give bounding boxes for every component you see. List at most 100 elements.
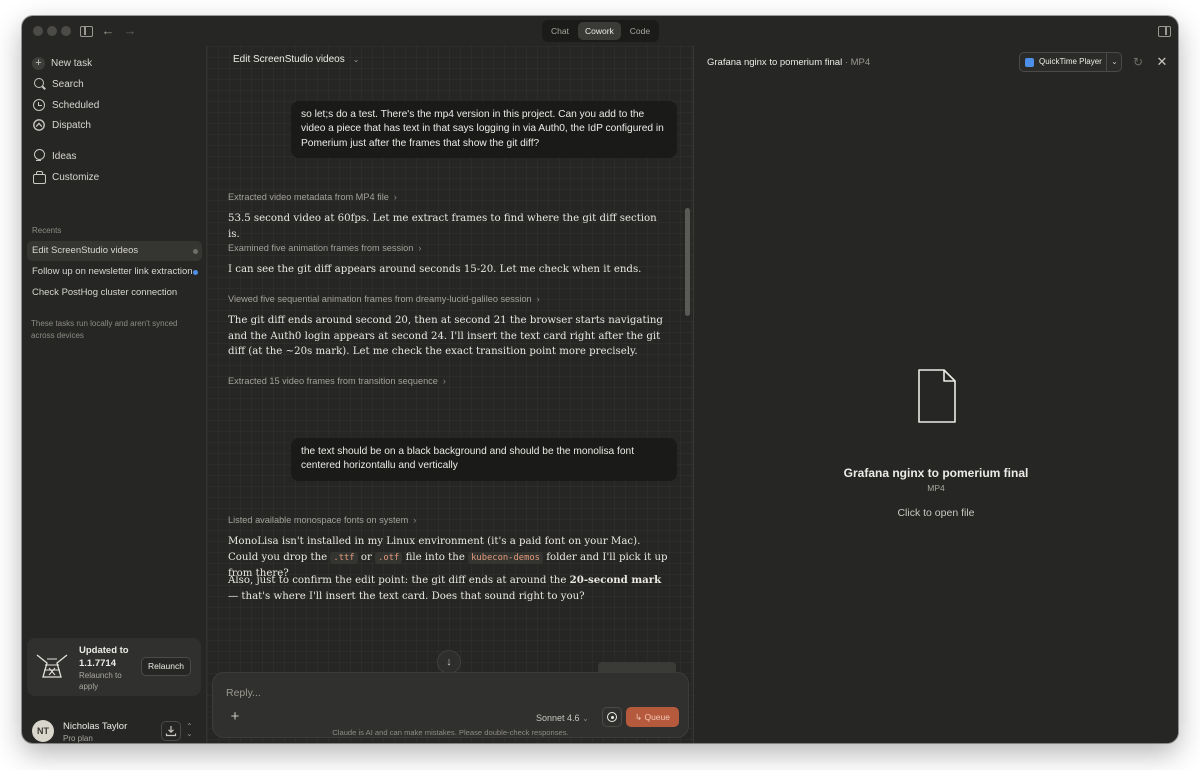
chevron-right-icon: › [413,515,417,525]
title-bar: ← → Chat Cowork Code [22,16,1178,46]
update-subtitle: Relaunch to apply [79,671,122,691]
recent-task-label: Follow up on newsletter link extraction [32,266,193,277]
sidebar-item-label: Dispatch [52,119,91,131]
preview-file-ext: MP4 [850,57,871,68]
app-window: ← → Chat Cowork Code + New task Search S… [22,16,1178,743]
sidebar-item-scheduled[interactable]: Scheduled [32,95,99,115]
tool-step-label: Listed available monospace fonts on syst… [228,515,409,525]
open-with-button[interactable]: QuickTime Player ⌄ [1019,52,1122,72]
download-button[interactable] [161,721,181,741]
sidebar: + New task Search Scheduled Dispatch Ide… [22,46,206,743]
tool-step-label: Extracted 15 video frames from transitio… [228,376,438,386]
expand-collapse-icon[interactable]: ⌃ ⌄ [186,723,193,738]
file-name: Grafana nginx to pomerium final [843,466,1029,480]
chevron-right-icon: › [536,294,540,304]
tab-cowork[interactable]: Cowork [577,22,621,40]
relaunch-button[interactable]: Relaunch [141,657,191,676]
right-panel-toggle-icon[interactable] [1156,23,1172,39]
scrollbar[interactable] [685,208,690,316]
sidebar-item-label: Customize [52,171,100,183]
close-icon[interactable]: ✕ [1155,55,1169,69]
sidebar-item-customize[interactable]: Customize [32,167,99,187]
sidebar-toggle-icon[interactable] [78,23,94,39]
sidebar-item-search[interactable]: Search [32,74,84,94]
tool-step[interactable]: Extracted video metadata from MP4 file › [228,192,397,202]
close-window-button[interactable] [33,26,43,36]
recent-task-item[interactable]: Edit ScreenStudio videos [27,241,202,261]
preview-title: Grafana nginx to pomerium final · MP4 [707,57,870,68]
arrow-down-icon: ↓ [446,656,452,668]
tab-code[interactable]: Code [623,22,657,40]
open-file-link[interactable]: Click to open file [694,507,1178,519]
tool-step[interactable]: Listed available monospace fonts on syst… [228,515,416,525]
recent-task-item[interactable]: Follow up on newsletter link extraction [27,262,202,282]
sidebar-item-label: Scheduled [52,99,100,111]
user-profile[interactable]: NT Nicholas Taylor Pro plan ⌃ ⌄ [22,710,206,743]
sidebar-item-label: Ideas [52,150,77,162]
preview-file-name: Grafana nginx to pomerium final [707,57,843,68]
refresh-icon[interactable]: ↻ [1131,55,1145,69]
file-document-icon[interactable] [916,368,958,424]
assistant-response: I can see the git diff appears around se… [228,264,642,275]
chevron-right-icon: › [442,376,446,386]
response-text: or [360,551,372,563]
user-message: the text should be on a black background… [291,438,677,481]
inline-code: .otf [375,551,403,564]
queue-button[interactable]: ↳ Queue [626,707,679,727]
dispatch-icon [32,118,46,132]
recent-task-item[interactable]: Check PostHog cluster connection [27,283,202,303]
tool-step-label: Extracted video metadata from MP4 file [228,192,389,202]
record-button[interactable] [602,707,622,727]
sidebar-item-new-task[interactable]: + New task [32,53,92,73]
tab-chat[interactable]: Chat [544,22,576,40]
user-plan: Pro plan [63,734,93,743]
chevron-right-icon: › [393,192,397,202]
plus-icon: + [32,56,45,70]
search-icon [32,77,46,91]
chat-title-menu[interactable]: Edit ScreenStudio videos ⌄ [233,54,359,65]
hidden-element-peek [598,662,676,672]
reply-input[interactable] [226,685,526,701]
sidebar-item-label: New task [51,57,93,69]
tool-step-label: Viewed five sequential animation frames … [228,294,532,304]
tool-step[interactable]: Viewed five sequential animation frames … [228,294,540,304]
tool-step[interactable]: Extracted 15 video frames from transitio… [228,376,446,386]
quicktime-icon [1025,58,1034,67]
update-title: Updated to 1.1.7714 [79,645,129,669]
clock-icon [32,98,46,112]
model-label: Sonnet 4.6 [536,713,580,723]
chevron-right-icon: › [418,243,422,253]
response-text: Also, just to confirm the edit point: th… [228,575,567,586]
download-icon [165,726,177,737]
disclaimer: Claude is AI and can make mistakes. Plea… [332,728,569,737]
inline-code: kubecon-demos [468,551,543,564]
chat-panel: Edit ScreenStudio videos ⌄ so let;s do a… [206,46,693,743]
chevron-down-icon[interactable]: ⌄ [1106,53,1122,71]
briefcase-icon [32,170,46,184]
inline-code: .ttf [330,551,358,564]
tool-step[interactable]: Examined five animation frames from sess… [228,243,421,253]
response-text: — that's where I'll insert the text card… [228,590,585,602]
back-arrow-icon[interactable]: ← [100,23,116,39]
open-with-label: QuickTime Player [1039,57,1102,66]
chat-title: Edit ScreenStudio videos [233,54,345,65]
scroll-to-bottom-button[interactable]: ↓ [437,650,461,674]
chevron-down-icon: ⌄ [582,714,589,723]
assistant-response: 53.5 second video at 60fps. Let me extra… [228,213,657,240]
tool-step-label: Examined five animation frames from sess… [228,243,414,253]
lightbulb-icon [32,149,46,163]
add-attachment-button[interactable]: + [227,709,243,725]
zoom-window-button[interactable] [61,26,71,36]
chevron-down-icon: ⌄ [352,55,360,64]
file-preview-panel: Grafana nginx to pomerium final · MP4 Qu… [693,46,1178,743]
model-selector[interactable]: Sonnet 4.6 ⌄ [536,713,589,723]
sidebar-item-ideas[interactable]: Ideas [32,146,76,166]
preview-file-ext-sep: · [842,57,851,68]
recents-heading: Recents [32,226,62,235]
forward-arrow-icon[interactable]: → [122,23,138,39]
user-name: Nicholas Taylor [63,721,128,732]
sidebar-item-dispatch[interactable]: Dispatch [32,115,91,135]
recent-task-label: Edit ScreenStudio videos [32,245,139,256]
minimize-window-button[interactable] [47,26,57,36]
update-card: Updated to 1.1.7714 Relaunch to apply Re… [27,638,201,696]
